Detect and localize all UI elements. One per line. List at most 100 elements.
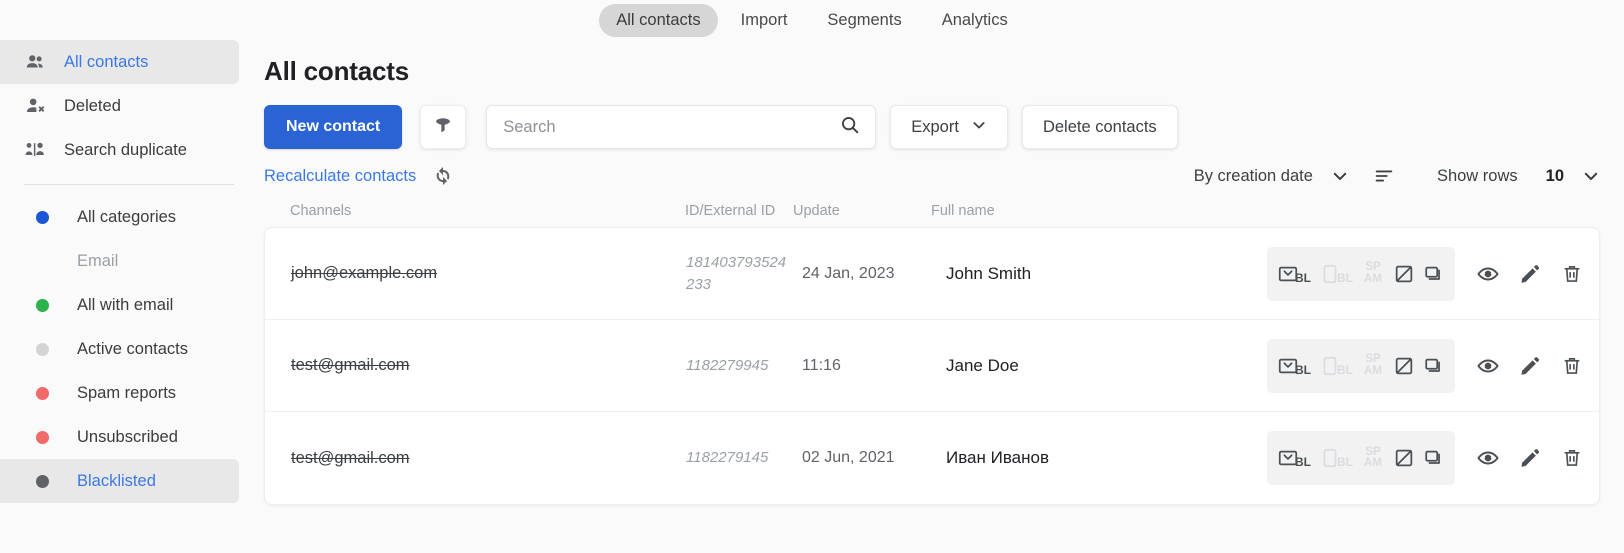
view-icon[interactable] [1469,255,1507,293]
contacts-table: john@example.com 181403793524233 24 Jan,… [264,227,1600,505]
sidebar-item-all-contacts[interactable]: All contacts [0,40,239,84]
column-header-full-name: Full name [931,203,995,219]
cell-update: 24 Jan, 2023 [802,264,895,282]
email-blacklist-label: BL [1295,455,1311,469]
toolbar: New contact Export [264,105,1600,149]
email-blacklist-label: BL [1295,270,1311,285]
table-row[interactable]: test@gmail.com 1182279945 11:16 Jane Doe… [265,320,1599,412]
sidebar-divider [24,184,234,185]
tab-segments[interactable]: Segments [810,4,918,37]
contacts-page: All contacts Import Segments Analytics A… [0,0,1624,553]
cell-email: test@gmail.com [291,356,410,374]
sidebar-item-all-categories[interactable]: All categories [0,195,239,239]
page-title: All contacts [264,56,409,86]
sidebar-item-label: Search duplicate [64,140,187,159]
cell-id: 181403793524233 [686,253,787,293]
view-icon[interactable] [1469,347,1507,385]
column-header-id: ID/External ID [685,203,776,219]
edit-icon[interactable] [1511,347,1549,385]
email-blacklist-icon[interactable]: BL [1277,263,1311,285]
new-contact-button[interactable]: New contact [264,105,403,149]
cell-id: 1182279945 [686,356,769,374]
sms-blacklist-icon[interactable]: BL [1319,447,1353,469]
spam-icon[interactable]: SP AM [1361,353,1385,377]
main-content: All contacts New contact Search Export D… [256,40,1624,553]
sidebar-item-blacklisted[interactable]: Blacklisted [0,459,239,503]
sort-descending-icon[interactable] [1373,165,1395,187]
duplicate-icon[interactable] [1423,355,1445,377]
tab-import[interactable]: Import [724,4,805,37]
sidebar-item-unsubscribed[interactable]: Unsubscribed [0,415,239,459]
duplicate-icon[interactable] [1423,447,1445,469]
column-header-channels: Channels [290,203,352,219]
email-blacklist-icon[interactable]: BL [1277,447,1311,469]
sidebar-item-all-with-email[interactable]: All with email [0,283,239,327]
chevron-down-icon[interactable] [1331,167,1349,185]
export-button[interactable]: Export [890,105,1008,149]
status-icon-group: BL BL SP AM [1267,338,1455,393]
spam-icon[interactable]: SP AM [1361,446,1385,470]
sidebar-group-email: Email [0,239,239,283]
delete-icon[interactable] [1553,347,1591,385]
sort-by-label[interactable]: By creation date [1194,167,1313,186]
chevron-down-icon [971,117,987,138]
view-icon[interactable] [1469,439,1507,477]
unsubscribed-icon[interactable] [1393,447,1415,469]
row-actions: BL BL SP AM [1267,246,1591,301]
category-dot-icon [36,210,49,224]
row-actions: BL BL SP AM [1267,338,1591,393]
tab-all-contacts[interactable]: All contacts [599,3,718,37]
recalculate-contacts-link[interactable]: Recalculate contacts [264,167,416,186]
sidebar-item-search-duplicate[interactable]: Search duplicate [0,128,239,172]
person-remove-icon [24,95,46,117]
delete-contacts-button[interactable]: Delete contacts [1021,105,1178,149]
cell-update: 02 Jun, 2021 [802,449,895,466]
unsubscribed-icon[interactable] [1393,355,1415,377]
cell-update: 11:16 [802,356,841,374]
cell-full-name: John Smith [946,263,1032,283]
duplicate-icon[interactable] [1423,263,1445,285]
category-dot-icon [36,255,49,268]
status-icon-group: BL BL SP AM [1267,431,1455,485]
sidebar-item-label: Blacklisted [77,471,156,490]
filter-button[interactable] [420,105,467,149]
sidebar-item-label: All with email [77,295,174,314]
rows-per-page-value[interactable]: 10 [1546,167,1564,186]
sub-toolbar: Recalculate contacts By creation date Sh… [264,163,1600,189]
sidebar-item-deleted[interactable]: Deleted [0,84,239,128]
category-dot-icon [36,430,49,444]
sidebar-item-label: Unsubscribed [77,427,178,446]
tab-analytics[interactable]: Analytics [925,4,1025,37]
chevron-down-icon[interactable] [1582,167,1600,185]
email-blacklist-icon[interactable]: BL [1277,355,1311,377]
delete-icon[interactable] [1553,439,1591,477]
sidebar-item-label: All categories [77,207,177,226]
sms-blacklist-icon[interactable]: BL [1319,263,1353,285]
export-label: Export [911,117,959,136]
search-icon[interactable] [839,114,861,141]
category-dot-icon [36,298,49,312]
category-dot-icon [36,474,49,488]
spam-icon[interactable]: SP AM [1361,261,1385,285]
sms-blacklist-label: BL [1337,270,1353,285]
sidebar-item-active-contacts[interactable]: Active contacts [0,327,239,371]
edit-icon[interactable] [1511,439,1549,477]
refresh-icon[interactable] [432,165,454,187]
sidebar-item-label: Deleted [64,96,121,115]
table-row[interactable]: test@gmail.com 1182279145 02 Jun, 2021 И… [265,412,1599,504]
cell-email: john@example.com [291,264,438,282]
cell-full-name: Иван Иванов [946,448,1050,467]
sms-blacklist-label: BL [1337,362,1353,377]
unsubscribed-icon[interactable] [1393,263,1415,285]
sidebar-group-label: Email [77,251,119,270]
search-box[interactable] [486,105,877,149]
sidebar-item-spam-reports[interactable]: Spam reports [0,371,239,415]
sms-blacklist-label: BL [1337,455,1353,469]
table-row[interactable]: john@example.com 181403793524233 24 Jan,… [265,228,1599,320]
row-actions: BL BL SP AM [1267,431,1591,485]
sms-blacklist-icon[interactable]: BL [1319,355,1353,377]
search-input[interactable] [501,116,840,138]
delete-icon[interactable] [1553,255,1591,293]
cell-id: 1182279145 [686,449,769,467]
edit-icon[interactable] [1511,255,1549,293]
